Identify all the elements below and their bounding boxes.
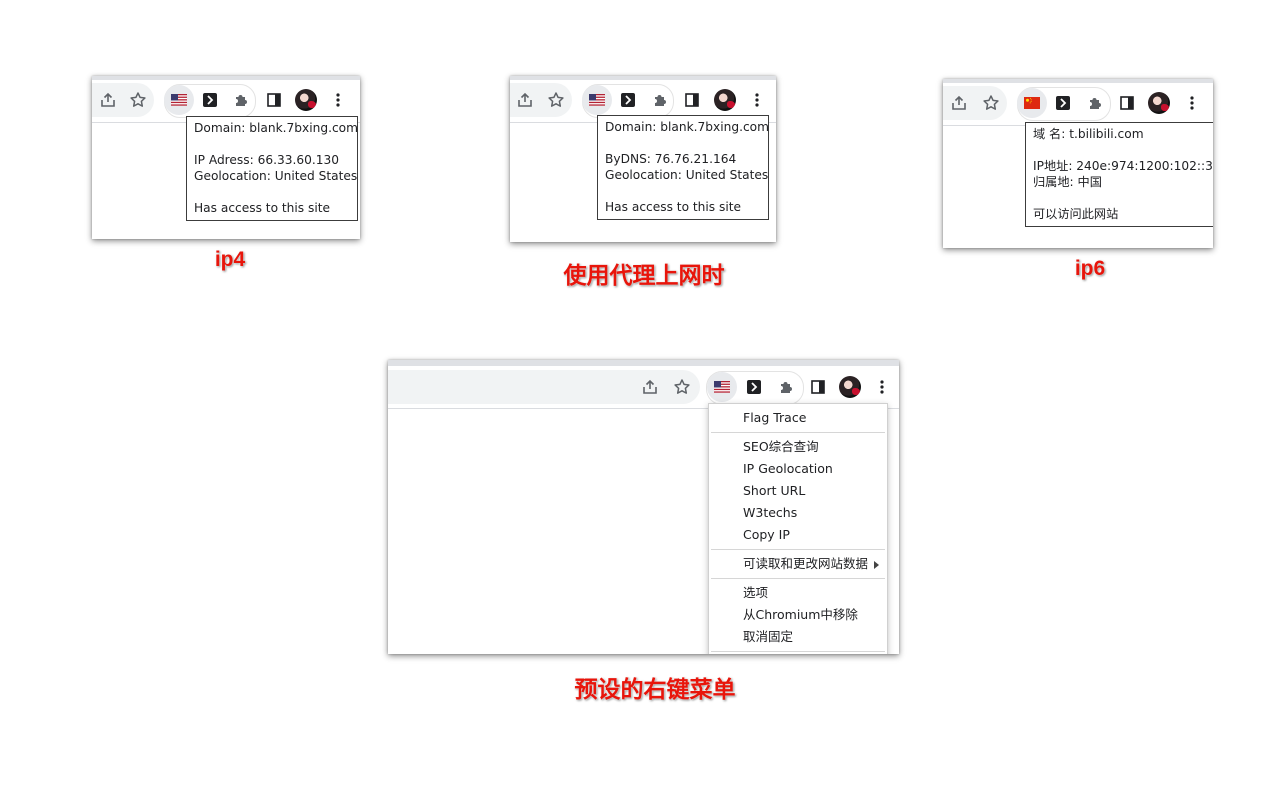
dark-reader-icon[interactable] — [742, 375, 766, 399]
tooltip-ip: IP Adress: 66.33.60.130 — [194, 153, 340, 167]
share-icon[interactable] — [96, 88, 120, 112]
menu-item-copy-ip[interactable]: Copy IP — [709, 524, 887, 546]
screenshot-context-menu: Flag Trace SEO综合查询 IP Geolocation Short … — [388, 360, 899, 654]
menu-item-short-url[interactable]: Short URL — [709, 480, 887, 502]
bookmark-star-icon[interactable] — [544, 88, 568, 112]
side-panel-icon[interactable] — [262, 88, 286, 112]
side-panel-icon[interactable] — [806, 375, 830, 399]
submenu-arrow-icon — [874, 561, 879, 569]
tooltip-geolocation: Geolocation: United States — [194, 169, 358, 183]
profile-avatar[interactable] — [839, 376, 861, 398]
bookmark-star-icon[interactable] — [126, 88, 150, 112]
menu-item-ip-geolocation[interactable]: IP Geolocation — [709, 458, 887, 480]
menu-separator — [711, 651, 885, 652]
menu-item-unpin[interactable]: 取消固定 — [709, 626, 887, 648]
us-flag-icon[interactable] — [167, 88, 191, 112]
profile-avatar[interactable] — [714, 89, 736, 111]
tooltip-domain: 域 名: t.bilibili.com — [1033, 127, 1144, 141]
menu-item-seo[interactable]: SEO综合查询 — [709, 436, 887, 458]
menu-item-w3techs[interactable]: W3techs — [709, 502, 887, 524]
share-icon[interactable] — [513, 88, 537, 112]
screenshot-proxy: Domain: blank.7bxing.com ByDNS: 76.76.21… — [510, 76, 776, 242]
dark-reader-icon[interactable] — [616, 88, 640, 112]
tooltip-domain: Domain: blank.7bxing.com — [605, 120, 769, 134]
screenshot-ip4: Domain: blank.7bxing.com IP Adress: 66.3… — [92, 76, 360, 239]
extensions-puzzle-icon[interactable] — [229, 88, 253, 112]
share-icon[interactable] — [638, 375, 662, 399]
tooltip-domain: Domain: blank.7bxing.com — [194, 121, 358, 135]
extension-context-menu: Flag Trace SEO综合查询 IP Geolocation Short … — [708, 403, 888, 654]
dark-reader-icon[interactable] — [198, 88, 222, 112]
flag-tooltip: Domain: blank.7bxing.com ByDNS: 76.76.21… — [597, 115, 769, 220]
dark-reader-icon[interactable] — [1051, 91, 1075, 115]
profile-avatar[interactable] — [295, 89, 317, 111]
flag-tooltip: 域 名: t.bilibili.com IP地址: 240e:974:1200:… — [1025, 122, 1213, 227]
screenshot-ip6: 域 名: t.bilibili.com IP地址: 240e:974:1200:… — [943, 79, 1213, 248]
side-panel-icon[interactable] — [680, 88, 704, 112]
browser-toolbar — [388, 360, 899, 409]
tooltip-geolocation: Geolocation: United States — [605, 168, 769, 182]
cn-flag-icon[interactable] — [1020, 91, 1044, 115]
more-menu-icon[interactable] — [1180, 91, 1204, 115]
more-menu-icon[interactable] — [870, 375, 894, 399]
side-panel-icon[interactable] — [1115, 91, 1139, 115]
menu-item-flag-trace[interactable]: Flag Trace — [709, 407, 887, 429]
tooltip-access: 可以访问此网站 — [1033, 207, 1119, 221]
us-flag-icon[interactable] — [585, 88, 609, 112]
more-menu-icon[interactable] — [745, 88, 769, 112]
caption-ip6: ip6 — [1074, 257, 1106, 280]
bookmark-star-icon[interactable] — [670, 375, 694, 399]
caption-proxy: 使用代理上网时 — [563, 263, 725, 289]
us-flag-icon[interactable] — [710, 375, 734, 399]
caption-ip4: ip4 — [214, 248, 246, 271]
browser-toolbar — [943, 79, 1213, 126]
menu-separator — [711, 432, 885, 433]
profile-avatar[interactable] — [1148, 92, 1170, 114]
bookmark-star-icon[interactable] — [979, 91, 1003, 115]
menu-item-options[interactable]: 选项 — [709, 582, 887, 604]
more-menu-icon[interactable] — [326, 88, 350, 112]
caption-context-menu: 预设的右键菜单 — [574, 677, 736, 703]
menu-separator — [711, 549, 885, 550]
flag-tooltip: Domain: blank.7bxing.com IP Adress: 66.3… — [186, 116, 358, 221]
menu-item-site-access[interactable]: 可读取和更改网站数据 — [709, 553, 887, 575]
menu-separator — [711, 578, 885, 579]
tooltip-access: Has access to this site — [194, 201, 331, 215]
menu-item-site-access-label: 可读取和更改网站数据 — [743, 556, 869, 571]
share-icon[interactable] — [947, 91, 971, 115]
menu-item-remove[interactable]: 从Chromium中移除 — [709, 604, 887, 626]
tooltip-access: Has access to this site — [605, 200, 742, 214]
tooltip-ip: IP地址: 240e:974:1200:102::33 — [1033, 159, 1213, 173]
tooltip-geolocation: 归属地: 中国 — [1033, 175, 1102, 189]
extensions-puzzle-icon[interactable] — [774, 375, 798, 399]
tooltip-ip: ByDNS: 76.76.21.164 — [605, 152, 737, 166]
extensions-puzzle-icon[interactable] — [648, 88, 672, 112]
extensions-puzzle-icon[interactable] — [1083, 91, 1107, 115]
